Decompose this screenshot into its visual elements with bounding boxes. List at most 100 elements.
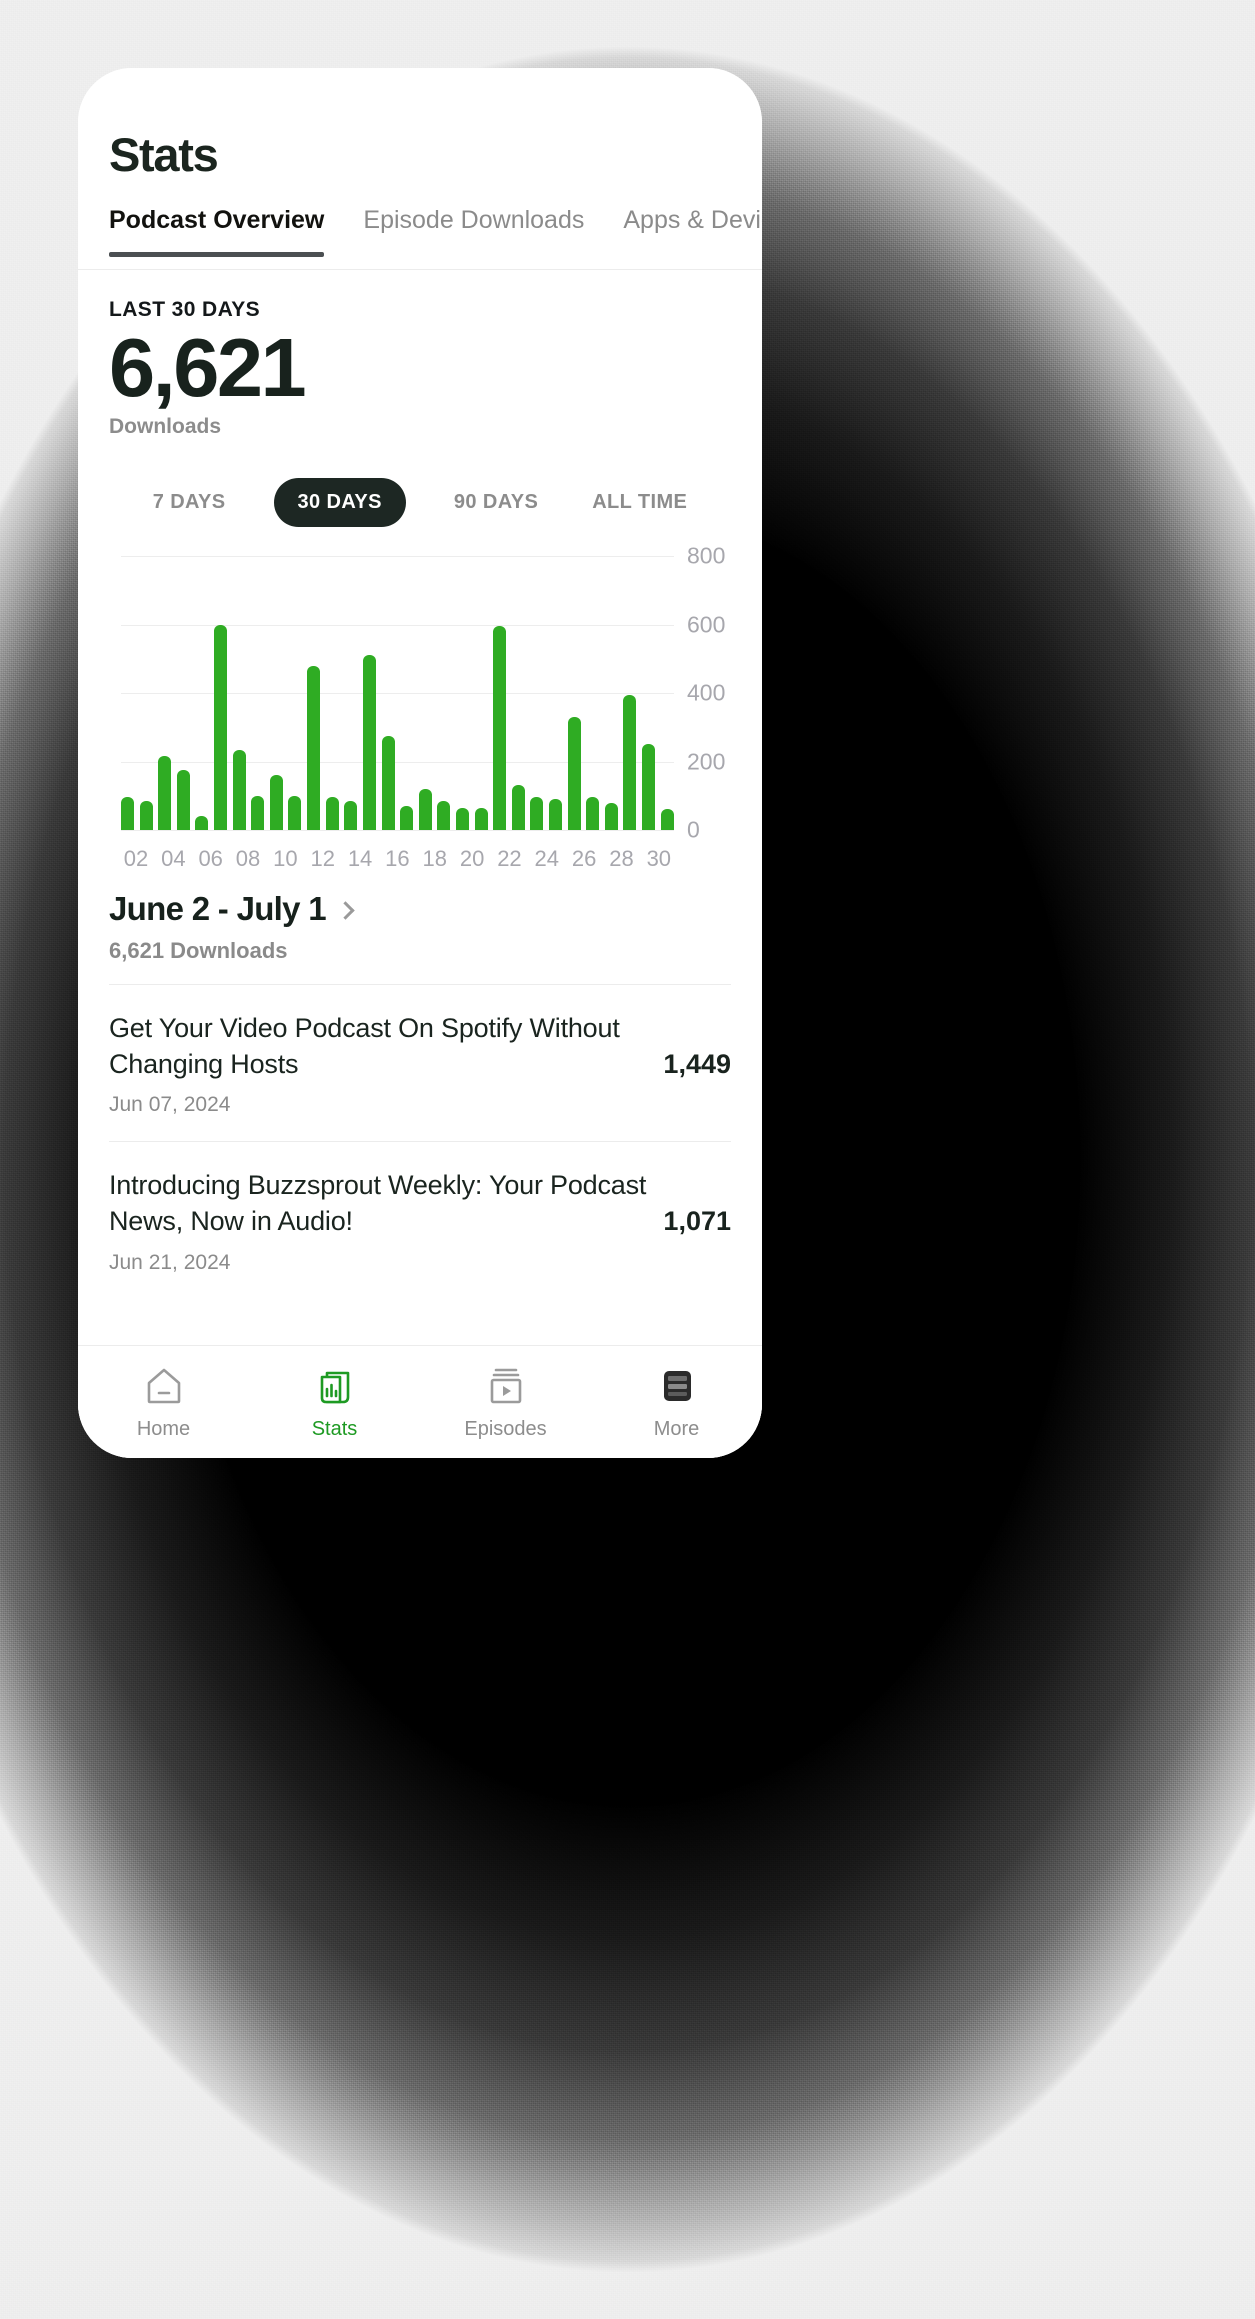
phone-frame: Stats Podcast Overview Episode Downloads… [78,68,762,1458]
chart-bar[interactable] [251,795,265,830]
episode-download-count: 1,071 [663,1205,731,1236]
date-range-title: June 2 - July 1 [109,890,327,927]
chart-bar[interactable] [418,788,432,830]
chart-x-tick-label: 10 [273,846,298,871]
episode-title: Introducing Buzzsprout Weekly: Your Podc… [109,1170,647,1236]
nav-item-home[interactable]: Home [78,1364,249,1441]
home-icon [141,1364,187,1408]
chart-x-tick-label: 24 [534,846,560,871]
chart-x-tick-label: 04 [161,846,186,871]
chart-bar[interactable] [586,797,600,830]
chart-x-tick-label: 26 [571,846,597,871]
nav-label-stats: Stats [311,1417,358,1440]
list-item[interactable]: Introducing Buzzsprout Weekly: Your Podc… [78,1142,762,1298]
more-app-icon [654,1364,700,1408]
chart-x-tick-label: 06 [198,846,223,871]
episode-title: Get Your Video Podcast On Spotify Withou… [109,1013,620,1079]
nav-item-more[interactable]: More [591,1364,762,1441]
chart-x-tick-label: 14 [347,846,373,871]
tab-episode-downloads[interactable]: Episode Downloads [363,206,584,257]
chart-y-tick-label: 200 [687,748,726,774]
list-item[interactable]: Get Your Video Podcast On Spotify Withou… [78,985,762,1141]
chart-x-tick-label: 02 [123,846,149,871]
date-range-downloads: 6,621 Downloads [109,938,288,963]
episode-download-count: 1,449 [663,1048,731,1079]
chart-bar[interactable] [530,797,544,830]
episode-date: Jun 07, 2024 [109,1093,231,1117]
nav-item-stats[interactable]: Stats [249,1364,420,1441]
chart-x-tick-label: 12 [310,846,335,871]
summary-period-label: LAST 30 DAYS [109,298,261,321]
chart-bar[interactable] [214,624,228,830]
chart-bar[interactable] [455,807,469,830]
tab-bar-divider [78,269,762,270]
summary-unit-label: Downloads [109,414,222,438]
chart-y-tick-label: 0 [687,816,700,843]
chart-bar[interactable] [511,785,525,830]
chart-bar[interactable] [660,809,674,830]
chart-bar[interactable] [344,800,358,830]
chart-x-tick-label: 18 [422,846,447,871]
nav-label-more: More [653,1417,700,1440]
summary-total-value: 6,621 [109,321,307,414]
chart-bar[interactable] [288,795,302,830]
range-pill-all-time[interactable]: ALL TIME [586,478,693,527]
chart-bar[interactable] [325,797,339,830]
nav-label-episodes: Episodes [464,1417,547,1440]
chart-bar[interactable] [158,756,172,830]
chart-x-tick-label: 30 [646,846,672,871]
chart-bar[interactable] [623,694,637,830]
chevron-right-icon[interactable] [336,900,355,920]
episode-list: Get Your Video Podcast On Spotify Withou… [78,984,762,1299]
chart-x-tick-label: 28 [609,846,634,871]
range-pill-7-days[interactable]: 7 DAYS [147,478,232,527]
chart-bar[interactable] [121,797,134,830]
chart-bars [121,556,674,830]
tab-bar: Podcast Overview Episode Downloads Apps … [109,206,762,269]
chart-y-tick-label: 600 [687,611,726,637]
chart-bar[interactable] [307,665,321,830]
chart-bar[interactable] [139,800,153,830]
chart-bar[interactable] [400,806,414,830]
chart-plot-area [121,556,674,831]
nav-label-home: Home [136,1417,191,1440]
bottom-navigation-bar: Home Stats Episodes More [78,1345,762,1458]
chart-bar[interactable] [232,749,246,830]
chart-x-tick-label: 20 [459,846,485,871]
summary-block: LAST 30 DAYS 6,621 Downloads [109,298,307,439]
page-title: Stats [109,128,219,181]
chart-bar[interactable] [195,816,209,830]
chart-bar[interactable] [567,716,581,830]
chart-bar[interactable] [381,735,395,830]
episode-info: Get Your Video Podcast On Spotify Withou… [109,1011,647,1117]
chart-x-axis-labels: 02 04 06 08 10 12 14 16 18 20 22 24 26 28 30 [121,846,674,872]
chart-bar[interactable] [474,807,488,830]
chart-bar[interactable] [549,799,563,830]
chart-bar[interactable] [642,744,656,830]
episodes-play-icon [483,1364,529,1408]
range-pill-30-days[interactable]: 30 DAYS [273,478,406,527]
chart-x-tick-label: 16 [385,846,410,871]
chart-y-tick-label: 800 [687,542,726,569]
episode-date: Jun 21, 2024 [109,1250,231,1274]
downloads-bar-chart[interactable]: 800 600 400 200 0 02 04 06 08 10 12 14 16 18 20 22 24 26… [109,542,731,876]
chart-bar[interactable] [362,655,376,830]
nav-item-episodes[interactable]: Episodes [420,1364,591,1441]
tab-apps-and-devices[interactable]: Apps & Devices [623,206,762,257]
chart-bar[interactable] [269,775,283,830]
date-range-header[interactable]: June 2 - July 1 6,621 Downloads [109,890,355,964]
episode-info: Introducing Buzzsprout Weekly: Your Podc… [109,1168,647,1274]
chart-bar[interactable] [493,626,507,830]
chart-gridline [121,830,674,831]
chart-bar[interactable] [437,800,451,830]
chart-x-tick-label: 22 [497,846,522,871]
tab-podcast-overview[interactable]: Podcast Overview [109,206,325,257]
chart-y-tick-label: 400 [687,679,726,706]
range-pill-90-days[interactable]: 90 DAYS [448,478,544,527]
app-screen: Stats Podcast Overview Episode Downloads… [78,68,762,1458]
date-range-title-row: June 2 - July 1 [109,890,355,928]
chart-x-tick-label: 08 [235,846,261,871]
chart-bar[interactable] [604,802,618,830]
chart-bar[interactable] [176,770,190,830]
range-selector: 7 DAYS 30 DAYS 90 DAYS ALL TIME [109,478,731,527]
